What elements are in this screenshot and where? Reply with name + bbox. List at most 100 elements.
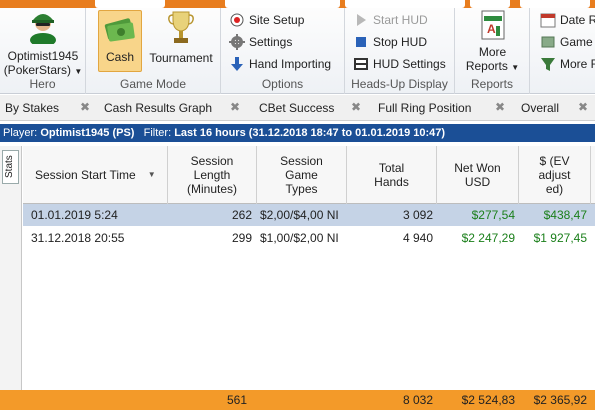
- report-icon: A: [481, 10, 504, 40]
- site-setup-icon: [230, 13, 244, 27]
- tab-overall[interactable]: Overall: [521, 101, 559, 115]
- date-range-button[interactable]: Date R: [540, 10, 595, 30]
- start-hud-label: Start HUD: [373, 13, 428, 27]
- hero-group: Optimist1945 (PokerStars) ▼ Hero: [0, 8, 86, 94]
- hud-settings-label: HUD Settings: [373, 57, 446, 71]
- player-prefix: Player:: [3, 127, 38, 139]
- filter-icon: [541, 58, 555, 71]
- reports-group: A More Reports ▼ Reports: [455, 8, 530, 94]
- start-hud-button[interactable]: Start HUD: [353, 10, 428, 30]
- table-header: Session Start Time ▼ Session Length (Minut…: [23, 146, 595, 204]
- total-length: 561: [226, 393, 247, 407]
- col-session-game-types[interactable]: Session Game Types: [257, 146, 347, 204]
- close-tab-icon[interactable]: ✖: [80, 100, 90, 114]
- cell-game-types: $2,00/$4,00 NI: [260, 208, 339, 222]
- col-ev-adjusted[interactable]: $ (EV adjust ed): [519, 146, 591, 204]
- more-reports-label-2: Reports ▼: [465, 59, 520, 73]
- group-label: Hero: [29, 77, 56, 91]
- more-filters-button[interactable]: More F: [540, 54, 595, 74]
- cash-label: Cash: [105, 50, 134, 64]
- stats-side-tab-label: Stats: [4, 155, 15, 178]
- close-tab-icon[interactable]: ✖: [351, 100, 361, 114]
- tournament-label: Tournament: [149, 51, 213, 65]
- hero-selector-button[interactable]: Optimist1945 (PokerStars) ▼: [2, 10, 84, 77]
- table-row[interactable]: 01.01.2019 5:24 262 $2,00/$4,00 NI 3 092…: [23, 204, 595, 226]
- filters-group: Date R Game T More F: [530, 8, 595, 94]
- col-total-hands[interactable]: Total Hands: [347, 146, 437, 204]
- ribbon-tab[interactable]: [95, 0, 165, 8]
- cell-start-time: 31.12.2018 20:55: [31, 231, 125, 245]
- cell-net-won: $2 247,29: [461, 231, 515, 245]
- group-label: Reports: [470, 77, 514, 91]
- hero-name: Optimist1945: [7, 49, 79, 63]
- cell-ev-adjusted: $1 927,45: [533, 231, 587, 245]
- cell-start-time: 01.01.2019 5:24: [31, 208, 118, 222]
- settings-button[interactable]: Settings: [229, 32, 292, 52]
- trophy-icon: [168, 11, 194, 43]
- more-reports-label: More: [478, 45, 507, 59]
- stop-hud-label: Stop HUD: [373, 35, 428, 49]
- close-tab-icon[interactable]: ✖: [578, 100, 588, 114]
- col-label: Session Start Time: [35, 168, 136, 182]
- ribbon-tab[interactable]: [225, 0, 340, 8]
- ribbon-tab[interactable]: [345, 0, 465, 8]
- ribbon-tab[interactable]: [470, 0, 510, 8]
- hud-settings-button[interactable]: HUD Settings: [353, 54, 446, 74]
- hud-settings-icon: [354, 58, 368, 70]
- date-range-label: Date R: [560, 13, 595, 27]
- results-table: Session Start Time ▼ Session Length (Minut…: [23, 146, 595, 410]
- site-setup-button[interactable]: Site Setup: [229, 10, 304, 30]
- hero-avatar-icon: [30, 14, 56, 47]
- cell-net-won: $277,54: [471, 208, 515, 222]
- play-icon: [357, 14, 366, 26]
- tab-by-stakes[interactable]: By Stakes: [5, 101, 59, 115]
- cell-length: 262: [231, 208, 252, 222]
- filter-value: Last 16 hours (31.12.2018 18:47 to 01.01…: [174, 127, 446, 139]
- ribbon-tab[interactable]: [520, 0, 590, 8]
- cell-length: 299: [231, 231, 252, 245]
- hero-site: (PokerStars) ▼: [3, 63, 83, 77]
- cash-icon: [104, 18, 135, 42]
- stats-side-panel: Stats: [0, 146, 22, 410]
- col-session-length[interactable]: Session Length (Minutes): [168, 146, 257, 204]
- stats-side-tab[interactable]: Stats: [2, 150, 19, 184]
- ribbon-tab-strip: [0, 0, 595, 8]
- chevron-down-icon: ▼: [511, 63, 520, 72]
- filter-prefix: Filter:: [143, 127, 172, 139]
- tournament-button[interactable]: Tournament: [144, 10, 218, 65]
- game-type-label: Game T: [560, 35, 595, 49]
- svg-text:A: A: [487, 22, 496, 36]
- table-row[interactable]: 31.12.2018 20:55 299 $1,00/$2,00 NI 4 94…: [23, 227, 595, 249]
- cell-hands: 3 092: [402, 208, 433, 222]
- gear-icon: [229, 34, 245, 50]
- more-filters-label: More F: [560, 57, 595, 71]
- group-label: Game Mode: [119, 77, 187, 91]
- chevron-down-icon: ▼: [74, 67, 83, 76]
- col-session-start-time[interactable]: Session Start Time ▼: [23, 146, 168, 204]
- tab-cash-results-graph[interactable]: Cash Results Graph: [104, 101, 212, 115]
- close-tab-icon[interactable]: ✖: [495, 100, 505, 114]
- player-value: Optimist1945 (PS): [40, 127, 135, 139]
- settings-label: Settings: [249, 35, 293, 49]
- ribbon: Optimist1945 (PokerStars) ▼ Hero Cash To…: [0, 8, 595, 94]
- close-tab-icon[interactable]: ✖: [230, 100, 240, 114]
- tab-cbet-success[interactable]: CBet Success: [259, 101, 334, 115]
- stop-icon: [356, 37, 366, 47]
- hand-importing-label: Hand Importing: [249, 57, 332, 71]
- game-type-button[interactable]: Game T: [540, 32, 595, 52]
- hud-group: Start HUD Stop HUD HUD Settings Heads-Up…: [345, 8, 455, 94]
- game-mode-group: Cash Tournament Game Mode: [86, 8, 221, 94]
- calendar-icon: [540, 13, 556, 28]
- total-net-won: $2 524,83: [461, 393, 515, 407]
- options-group: Site Setup Settings Hand Importing Optio…: [221, 8, 345, 94]
- cell-hands: 4 940: [402, 231, 433, 245]
- more-reports-button[interactable]: A More Reports ▼: [459, 10, 526, 73]
- col-net-won-usd[interactable]: Net Won USD: [437, 146, 519, 204]
- sort-desc-icon: ▼: [147, 170, 156, 179]
- import-icon: [231, 57, 243, 71]
- tab-full-ring-position[interactable]: Full Ring Position: [378, 101, 471, 115]
- hand-importing-button[interactable]: Hand Importing: [229, 54, 331, 74]
- stop-hud-button[interactable]: Stop HUD: [353, 32, 427, 52]
- site-setup-label: Site Setup: [249, 13, 305, 27]
- cash-button[interactable]: Cash: [98, 10, 142, 72]
